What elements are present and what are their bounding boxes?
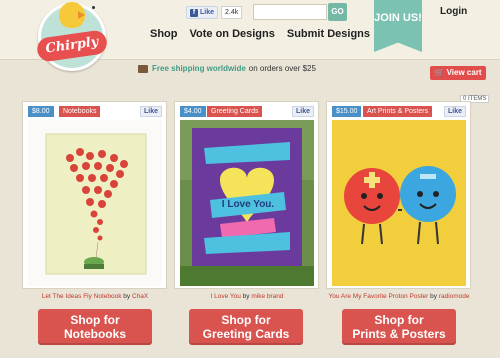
by-label: by: [430, 293, 437, 300]
join-us-button[interactable]: JOIN US!: [374, 0, 422, 52]
facebook-like-label: Like: [200, 9, 215, 16]
product-author-link[interactable]: radiomode: [439, 293, 470, 300]
shop-greeting-cards-button[interactable]: Shop for Greeting Cards: [189, 309, 303, 345]
by-label: by: [242, 293, 250, 300]
nav-item-vote-on-designs[interactable]: Vote on Designs: [190, 28, 275, 40]
shipping-highlight[interactable]: Free shipping worldwide: [152, 64, 246, 73]
product-author-link[interactable]: mike brand: [251, 293, 283, 300]
notebook-illustration: [45, 133, 147, 275]
shop-line-1: Shop for: [70, 313, 120, 327]
login-link[interactable]: Login: [440, 6, 467, 17]
category-badge[interactable]: Notebooks: [59, 106, 101, 117]
product-caption: You Are My Favorite Proton Poster by rad…: [324, 293, 474, 300]
proton-poster-illustration: [332, 120, 466, 286]
product-title-link[interactable]: You Are My Favorite Proton Poster: [328, 293, 428, 300]
category-badge[interactable]: Art Prints & Posters: [363, 106, 433, 117]
product-image[interactable]: [28, 120, 162, 286]
logo-text: Chirply: [35, 29, 109, 63]
product-card-notebooks[interactable]: $8.00 Notebooks Like: [22, 101, 167, 289]
cart-icon: 🛒: [434, 68, 445, 77]
product-author-link[interactable]: ChaX: [132, 293, 148, 300]
price-badge: $4.00: [180, 106, 206, 117]
product-title-link[interactable]: I Love You: [210, 293, 240, 300]
search-input[interactable]: [253, 4, 327, 20]
nav-item-shop[interactable]: Shop: [150, 28, 178, 40]
view-cart-label: View cart: [446, 68, 482, 77]
view-cart-button[interactable]: 🛒 View cart: [430, 66, 486, 80]
product-card-greeting-cards[interactable]: $4.00 Greeting Cards Like I Love You.: [174, 101, 319, 289]
nav-item-submit-designs[interactable]: Submit Designs: [287, 28, 370, 40]
shipping-text: on orders over $25: [248, 64, 316, 73]
by-label: by: [123, 293, 131, 300]
site-logo[interactable]: Chirply: [35, 2, 109, 71]
shop-line-1: Shop for: [374, 313, 424, 327]
facebook-like-button[interactable]: Like: [291, 106, 314, 117]
package-icon: [138, 64, 148, 73]
facebook-like-button[interactable]: Like: [139, 106, 162, 117]
shop-line-2: Notebooks: [63, 327, 126, 341]
product-image[interactable]: I Love You.: [180, 120, 314, 286]
facebook-like-button[interactable]: f Like: [186, 6, 219, 19]
price-badge: $8.00: [28, 106, 54, 117]
product-image[interactable]: [332, 120, 466, 286]
shop-line-1: Shop for: [221, 313, 271, 327]
search-go-button[interactable]: GO: [328, 3, 347, 21]
shop-notebooks-button[interactable]: Shop for Notebooks: [38, 309, 152, 345]
shop-line-2: Prints & Posters: [352, 327, 446, 341]
product-caption: I Love You by mike brand: [172, 293, 322, 300]
product-caption: Let The Ideas Fly Notebook by ChaX: [20, 293, 170, 300]
facebook-like-widget[interactable]: f Like 2.4k: [186, 6, 243, 19]
bird-icon: [59, 2, 95, 28]
main-nav: Shop Vote on Designs Submit Designs: [150, 28, 370, 40]
facebook-icon: f: [190, 8, 198, 17]
facebook-like-count: 2.4k: [221, 6, 243, 19]
price-badge: $15.00: [332, 106, 362, 117]
card-message: I Love You.: [221, 199, 275, 210]
category-badge[interactable]: Greeting Cards: [207, 106, 263, 117]
shipping-promo: Free shipping worldwide on orders over $…: [138, 64, 316, 73]
shop-prints-posters-button[interactable]: Shop for Prints & Posters: [342, 309, 456, 345]
shop-line-2: Greeting Cards: [202, 327, 290, 341]
facebook-like-button[interactable]: Like: [443, 106, 466, 117]
product-card-art-prints[interactable]: $15.00 Art Prints & Posters Like: [326, 101, 471, 289]
product-title-link[interactable]: Let The Ideas Fly Notebook: [42, 293, 122, 300]
